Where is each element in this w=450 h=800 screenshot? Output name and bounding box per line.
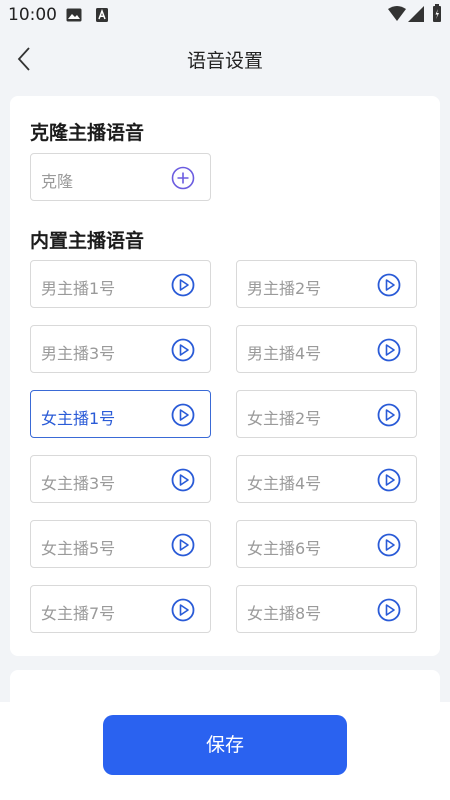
voice-option[interactable]: 女主播1号: [30, 390, 211, 438]
voice-option[interactable]: 男主播3号: [30, 325, 211, 373]
clone-voice-button[interactable]: 克隆: [30, 153, 211, 201]
play-circle-icon[interactable]: [377, 338, 401, 362]
voice-label: 女主播8号: [247, 604, 322, 623]
voice-option[interactable]: 女主播4号: [236, 455, 417, 503]
play-circle-icon[interactable]: [377, 273, 401, 297]
add-circle-icon: [171, 166, 195, 190]
play-circle-icon[interactable]: [171, 403, 195, 427]
voice-label: 女主播3号: [41, 474, 116, 493]
status-bar: 10:00: [0, 0, 450, 30]
status-time: 10:00: [8, 5, 57, 25]
voice-option[interactable]: 女主播7号: [30, 585, 211, 633]
play-circle-icon[interactable]: [171, 598, 195, 622]
battery-icon: [433, 4, 441, 22]
voice-label: 女主播6号: [247, 539, 322, 558]
play-circle-icon[interactable]: [377, 403, 401, 427]
play-circle-icon[interactable]: [377, 533, 401, 557]
play-circle-icon[interactable]: [171, 468, 195, 492]
voice-settings-card: 克隆主播语音 克隆 内置主播语音 男主播1号 男主播2号男主播3号 男主播4号女主播…: [10, 96, 440, 656]
builtin-section-title: 内置主播语音: [30, 230, 145, 252]
voice-label: 女主播4号: [247, 474, 322, 493]
play-circle-icon[interactable]: [171, 273, 195, 297]
clone-section-title: 克隆主播语音: [30, 122, 145, 144]
app-notification-icon: [96, 8, 108, 22]
signal-icon: [408, 6, 424, 22]
voice-label: 女主播1号: [41, 409, 116, 428]
play-circle-icon[interactable]: [171, 338, 195, 362]
image-notification-icon: [66, 8, 82, 22]
top-bar: 语音设置: [0, 30, 450, 88]
voice-option[interactable]: 女主播5号: [30, 520, 211, 568]
voice-option[interactable]: 男主播4号: [236, 325, 417, 373]
play-circle-icon[interactable]: [377, 468, 401, 492]
voice-label: 女主播7号: [41, 604, 116, 623]
voice-label: 男主播4号: [247, 344, 322, 363]
voice-label: 女主播5号: [41, 539, 116, 558]
voice-option[interactable]: 女主播2号: [236, 390, 417, 438]
play-circle-icon[interactable]: [377, 598, 401, 622]
page-title: 语音设置: [186, 50, 263, 72]
voice-option[interactable]: 女主播3号: [30, 455, 211, 503]
save-button[interactable]: 保存: [103, 715, 347, 775]
voice-label: 女主播2号: [247, 409, 322, 428]
voice-option[interactable]: 女主播8号: [236, 585, 417, 633]
voice-label: 男主播3号: [41, 344, 116, 363]
voice-option[interactable]: 男主播2号: [236, 260, 417, 308]
voice-label: 男主播2号: [247, 279, 322, 298]
voice-label: 男主播1号: [41, 279, 116, 298]
clone-voice-label: 克隆: [41, 172, 74, 191]
voice-option[interactable]: 男主播1号: [30, 260, 211, 308]
bottom-bar: 保存: [0, 702, 450, 800]
voice-option[interactable]: 女主播6号: [236, 520, 417, 568]
play-circle-icon[interactable]: [171, 533, 195, 557]
wifi-icon: [388, 6, 406, 21]
